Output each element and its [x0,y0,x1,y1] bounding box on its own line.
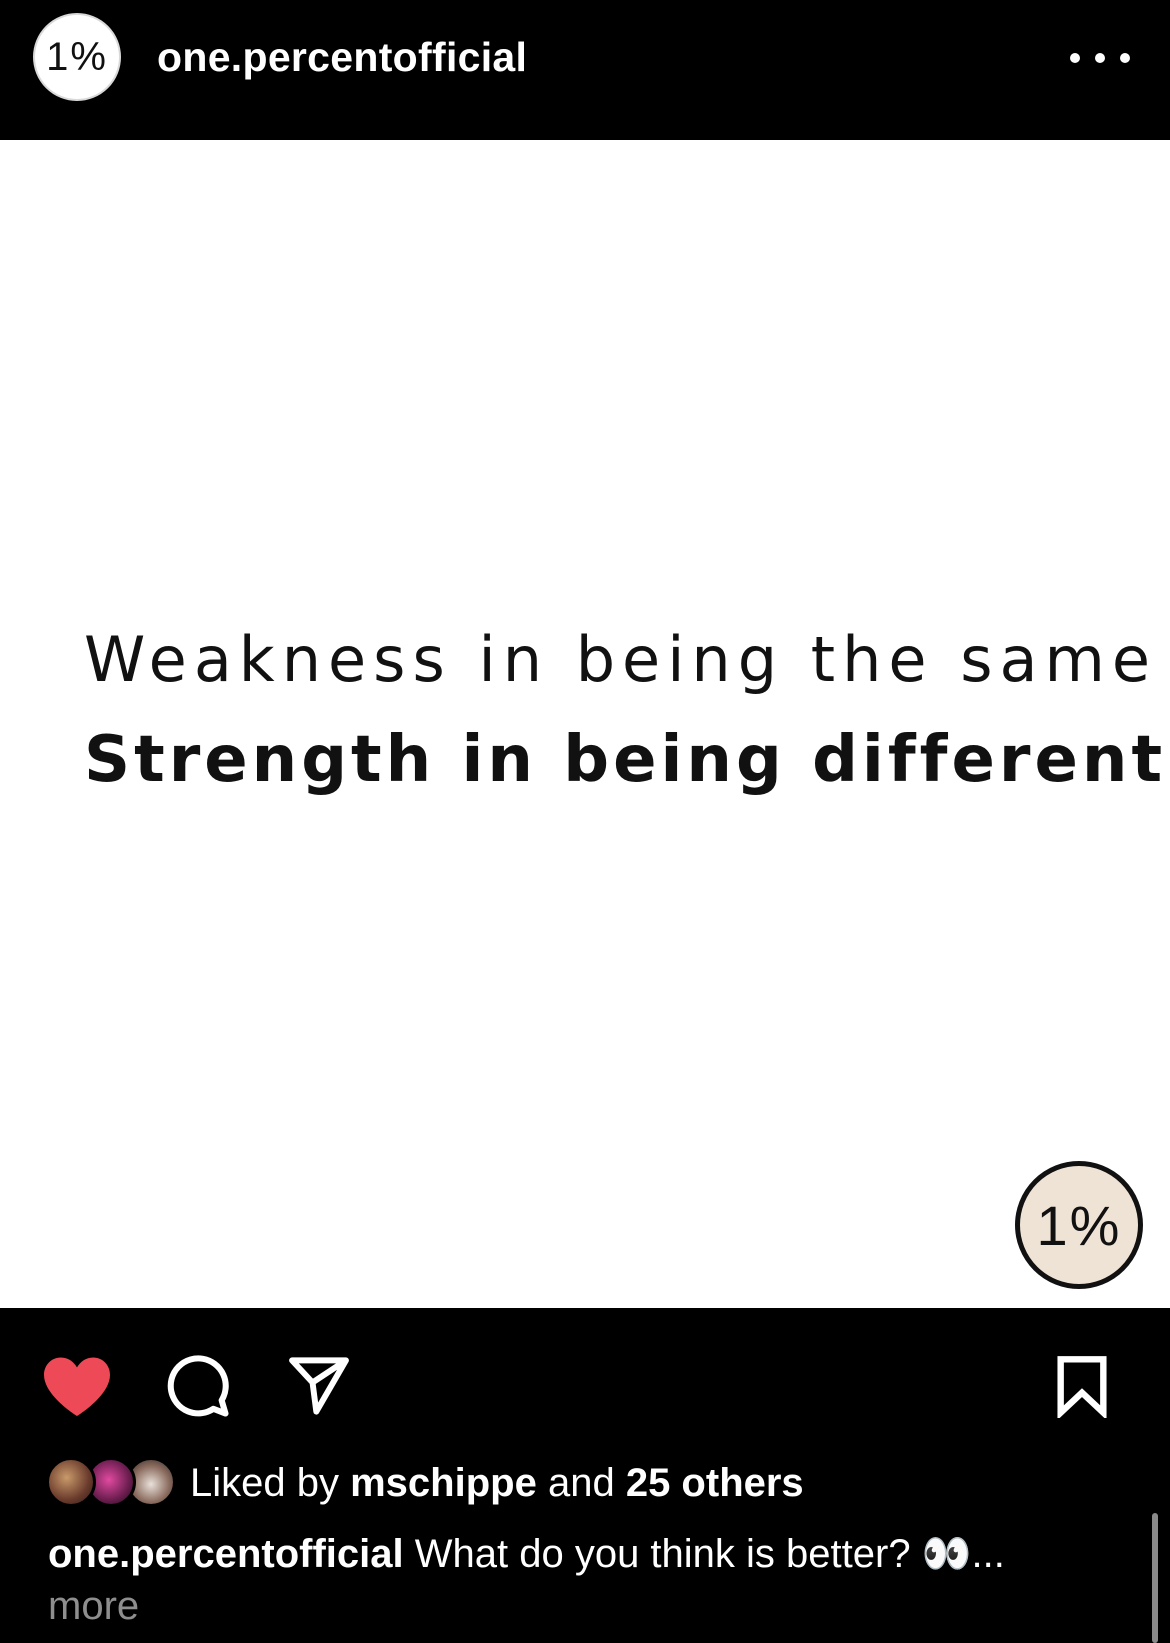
brand-watermark-logo: 1% [1015,1161,1143,1289]
post-actions [0,1308,1170,1448]
post-header: 1% one.percentofficial [0,0,1170,140]
likes-row[interactable]: Liked by mschippe and 25 others [46,1455,804,1511]
comment-icon [167,1355,229,1417]
share-button[interactable] [281,1348,357,1424]
more-horizontal-icon-dot [1095,53,1105,63]
likes-joiner: and [547,1460,615,1505]
post-caption: one.percentofficial What do you think is… [48,1528,1108,1632]
save-button[interactable] [1044,1348,1120,1424]
caption-username[interactable]: one.percentofficial [48,1532,404,1576]
scrollbar[interactable] [1152,1513,1158,1643]
likes-prefix: Liked by [190,1460,339,1505]
post-username[interactable]: one.percentofficial [157,34,527,81]
more-horizontal-icon [1070,53,1080,63]
like-button[interactable] [39,1348,115,1424]
quote-text: Weakness in being the same Strength in b… [84,610,1166,810]
quote-line-2: Strength in being different [84,723,1167,797]
likes-text: Liked by mschippe and 25 others [190,1461,804,1506]
post-image[interactable]: Weakness in being the same Strength in b… [0,140,1170,1308]
comment-button[interactable] [160,1348,236,1424]
likes-others[interactable]: 25 others [626,1461,804,1505]
caption-more-link[interactable]: more [48,1580,1108,1632]
liker-avatars [46,1455,186,1511]
more-options-button[interactable] [1070,40,1130,76]
caption-text: What do you think is better? 👀... [414,1532,1005,1576]
more-horizontal-icon-dot [1120,53,1130,63]
send-icon [289,1357,349,1415]
quote-line-1: Weakness in being the same [84,623,1158,696]
profile-avatar[interactable]: 1% [33,13,121,101]
liker-avatar [46,1457,96,1507]
likes-user[interactable]: mschippe [350,1461,537,1505]
heart-filled-icon [44,1357,110,1416]
bookmark-icon [1057,1356,1107,1418]
